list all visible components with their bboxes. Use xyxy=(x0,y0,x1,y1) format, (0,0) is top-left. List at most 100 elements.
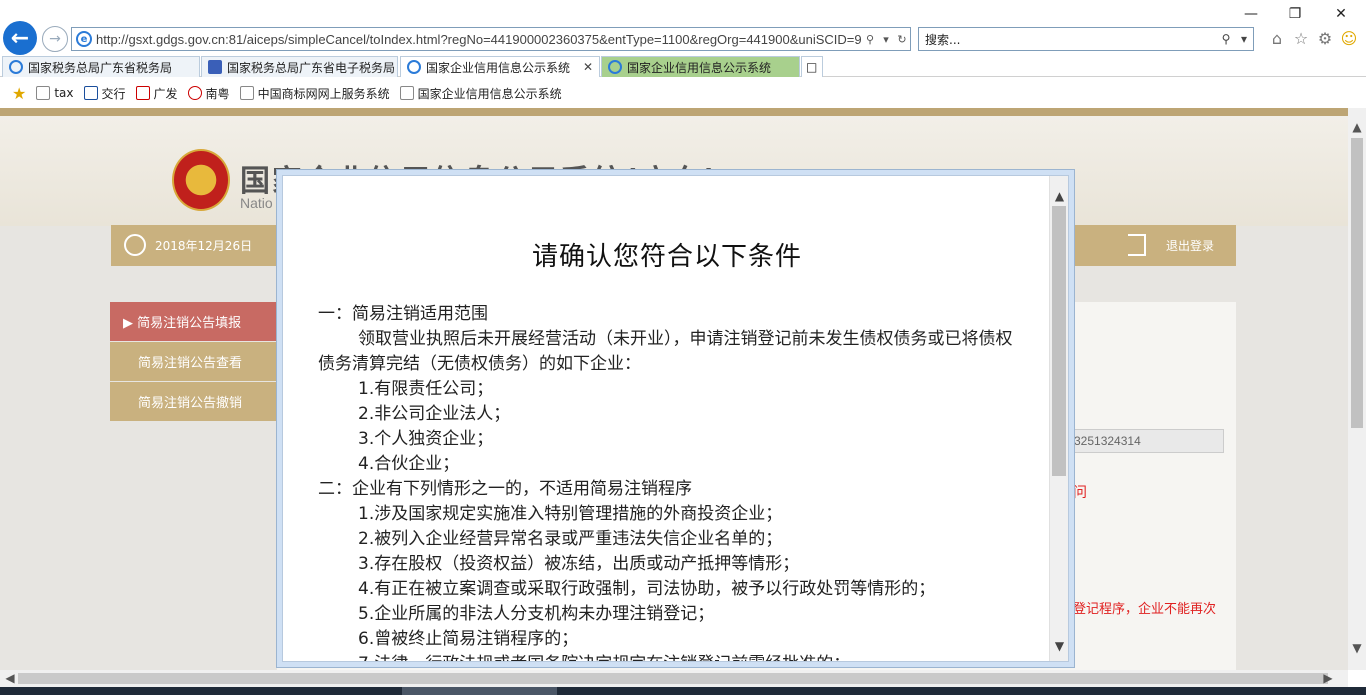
tab-gd-etax[interactable]: 国家税务总局广东省电子税务局 xyxy=(201,56,398,77)
refresh-icon[interactable]: ↻ xyxy=(894,33,910,46)
dialog-scrollbar[interactable]: ▲ ▼ xyxy=(1049,176,1068,661)
close-icon[interactable]: ✕ xyxy=(583,60,593,74)
os-taskbar xyxy=(0,687,1366,695)
tab-gsxt-active[interactable]: 国家企业信用信息公示系统 ✕ xyxy=(400,56,600,77)
conditions-dialog: 请确认您符合以下条件 一：简易注销适用范围领取营业执照后未开展经营活动（未开业）… xyxy=(276,169,1075,668)
fav-label: 交行 xyxy=(101,86,126,101)
search-input[interactable]: 搜索... ⚲ ▾ xyxy=(918,27,1254,51)
favorites-bar: ★ tax 交行 广发 南粤 中国商标网网上服务系统 国家企业信用信息公示系统 xyxy=(0,79,1366,107)
chevron-down-icon[interactable]: ▾ xyxy=(1235,32,1253,46)
scroll-thumb[interactable] xyxy=(1052,206,1066,476)
site-subtitle: Natio xyxy=(240,195,273,211)
scroll-down-icon[interactable]: ▼ xyxy=(1050,636,1068,656)
restore-button[interactable]: ❐ xyxy=(1280,4,1310,24)
dialog-content: 请确认您符合以下条件 一：简易注销适用范围领取营业执照后未开展经营活动（未开业）… xyxy=(282,175,1069,662)
address-bar[interactable]: e http://gsxt.gdgs.gov.cn:81/aiceps/simp… xyxy=(71,27,911,51)
dialog-line: 一：简易注销适用范围 xyxy=(318,304,488,324)
ie-icon xyxy=(407,60,421,74)
star-icon[interactable]: ☆ xyxy=(1291,29,1311,49)
minimize-button[interactable]: — xyxy=(1236,4,1266,24)
ie-page-icon xyxy=(239,86,254,100)
warning-text: 登记程序，企业不能再次 xyxy=(1073,602,1217,617)
taskbar-item[interactable] xyxy=(402,687,557,695)
ie-icon xyxy=(9,60,23,74)
page-horizontal-scrollbar[interactable]: ◀ ▶ xyxy=(0,670,1348,687)
scroll-down-icon[interactable]: ▼ xyxy=(1348,641,1366,655)
dialog-line: 二：企业有下列情形之一的，不适用简易注销程序 xyxy=(318,479,692,499)
search-icon[interactable]: ⚲ xyxy=(1217,32,1235,46)
ie-page-icon xyxy=(36,86,51,100)
back-button[interactable]: ← xyxy=(3,21,37,55)
tab-gd-tax[interactable]: 国家税务总局广东省税务局 xyxy=(2,56,200,77)
browser-titlebar: — ❐ ✕ ← → e http://gsxt.gdgs.gov.cn:81/a… xyxy=(0,0,1366,55)
menu-item-view-notice[interactable]: 简易注销公告查看 xyxy=(110,342,277,382)
dialog-line: 6.曾被终止简易注销程序的； xyxy=(358,629,579,649)
scroll-left-icon[interactable]: ◀ xyxy=(2,670,18,687)
credit-code-field[interactable]: 3251324314 xyxy=(1067,429,1224,453)
fav-bocom[interactable]: 交行 xyxy=(83,85,126,102)
new-tab-icon: □ xyxy=(806,60,818,74)
dialog-line: 2.被列入企业经营异常名录或严重违法失信企业名单的； xyxy=(358,529,783,549)
smiley-icon[interactable]: ☺ xyxy=(1339,29,1359,49)
fav-label: 中国商标网网上服务系统 xyxy=(257,86,390,101)
fav-tax[interactable]: tax xyxy=(36,86,74,100)
fav-label: 国家企业信用信息公示系统 xyxy=(417,86,562,101)
gear-icon[interactable]: ⚙ xyxy=(1315,29,1335,49)
scroll-up-icon[interactable]: ▲ xyxy=(1348,120,1366,134)
fav-label: tax xyxy=(54,86,74,100)
dialog-body: 一：简易注销适用范围领取营业执照后未开展经营活动（未开业），申请注销登记前未发生… xyxy=(318,302,1018,661)
forward-button[interactable]: → xyxy=(42,26,68,52)
logout-link[interactable]: 退出登录 xyxy=(1166,237,1214,254)
search-placeholder[interactable]: 搜索... xyxy=(925,31,1217,48)
home-icon[interactable]: ⌂ xyxy=(1267,29,1287,49)
fav-label: 南粤 xyxy=(205,86,230,101)
search-icon[interactable]: ⚲ xyxy=(862,33,878,46)
close-window-button[interactable]: ✕ xyxy=(1326,4,1356,24)
menu-item-revoke-notice[interactable]: 简易注销公告撤销 xyxy=(110,382,277,422)
side-menu: ▶ 简易注销公告填报 简易注销公告查看 简易注销公告撤销 xyxy=(110,302,277,422)
arrow-left-icon: ← xyxy=(10,25,30,51)
fav-gsxt[interactable]: 国家企业信用信息公示系统 xyxy=(399,85,562,102)
dialog-line: 3.个人独资企业； xyxy=(358,429,494,449)
dialog-line: 2.非公司企业法人； xyxy=(358,404,511,424)
etax-icon xyxy=(208,60,222,74)
warning-text: 问 xyxy=(1073,485,1087,501)
dialog-line: 领取营业执照后未开展经营活动（未开业），申请注销登记前未发生债权债务或已将债权债… xyxy=(318,329,1013,374)
favorites-star-icon[interactable]: ★ xyxy=(12,84,26,103)
new-tab-button[interactable]: □ xyxy=(801,56,823,77)
fav-label: 广发 xyxy=(153,86,178,101)
page-vertical-scrollbar[interactable]: ▲ ▼ xyxy=(1348,108,1366,670)
dialog-line: 5.企业所属的非法人分支机构未办理注销登记； xyxy=(358,604,715,624)
arrow-right-icon: → xyxy=(49,31,61,47)
tab-label: 国家税务总局广东省税务局 xyxy=(28,60,173,75)
tab-label: 国家税务总局广东省电子税务局 xyxy=(227,60,396,75)
bocom-icon xyxy=(83,86,98,100)
scroll-thumb[interactable] xyxy=(18,673,1328,684)
tab-label: 国家企业信用信息公示系统 xyxy=(426,60,571,75)
tab-gsxt[interactable]: 国家企业信用信息公示系统 xyxy=(601,56,800,77)
tab-label: 国家企业信用信息公示系统 xyxy=(627,60,772,75)
fav-cgb[interactable]: 广发 xyxy=(135,85,178,102)
url-text[interactable]: http://gsxt.gdgs.gov.cn:81/aiceps/simple… xyxy=(96,32,862,47)
scroll-up-icon[interactable]: ▲ xyxy=(1050,186,1068,206)
tab-bar: 国家税务总局广东省税务局 国家税务总局广东省电子税务局 国家企业信用信息公示系统… xyxy=(0,55,1366,77)
clock-icon xyxy=(124,234,146,256)
scroll-right-icon[interactable]: ▶ xyxy=(1320,670,1336,687)
chevron-down-icon[interactable]: ▾ xyxy=(878,33,894,46)
current-date: 2018年12月26日 xyxy=(155,239,253,253)
dialog-line: 4.合伙企业； xyxy=(358,454,460,474)
dialog-title: 请确认您符合以下条件 xyxy=(531,242,802,272)
fav-trademark[interactable]: 中国商标网网上服务系统 xyxy=(239,85,390,102)
ie-page-icon xyxy=(399,86,414,100)
cgb-icon xyxy=(135,86,150,100)
dialog-line: 1.有限责任公司； xyxy=(358,379,494,399)
national-emblem-icon xyxy=(172,149,230,211)
menu-item-fill-notice[interactable]: ▶ 简易注销公告填报 xyxy=(110,302,277,342)
ie-icon xyxy=(608,60,622,74)
scroll-thumb[interactable] xyxy=(1351,138,1363,428)
ie-icon: e xyxy=(76,31,92,47)
fav-nanyue[interactable]: 南粤 xyxy=(187,85,230,102)
dialog-line: 7.法律、行政法规或者国务院决定规定在注销登记前需经批准的； xyxy=(318,652,1018,661)
logout-icon[interactable] xyxy=(1128,234,1146,256)
dialog-line: 4.有正在被立案调查或采取行政强制，司法协助，被予以行政处罚等情形的； xyxy=(358,579,936,599)
